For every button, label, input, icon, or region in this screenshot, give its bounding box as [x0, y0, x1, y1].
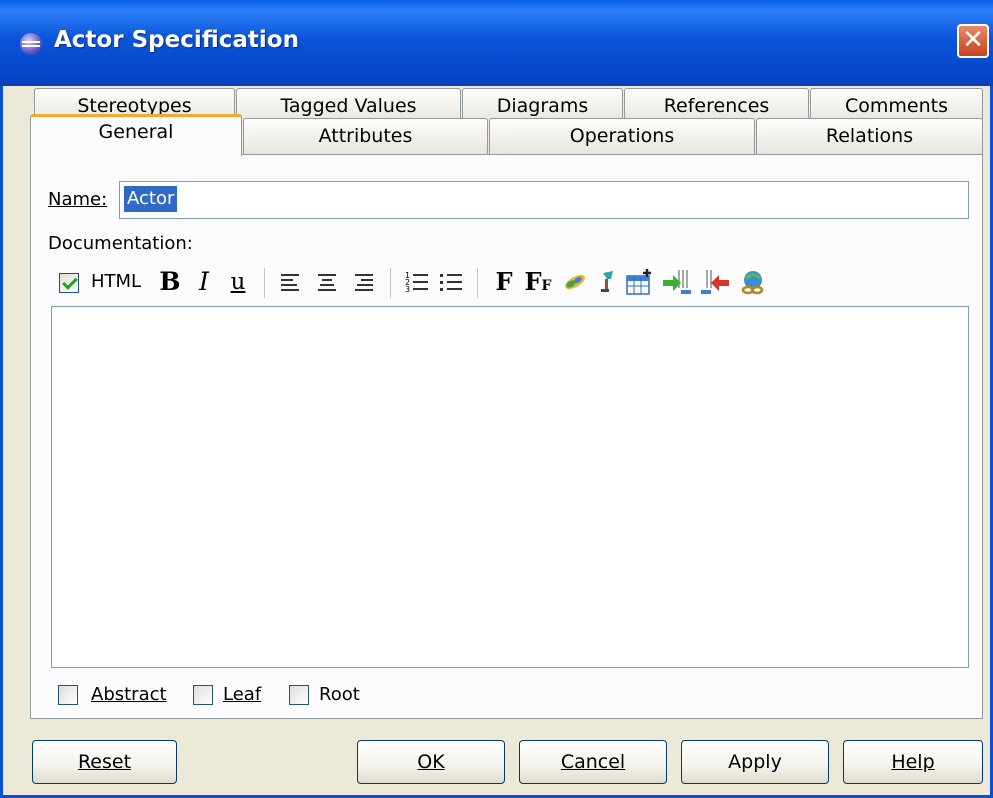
toolbar-separator: [390, 268, 391, 298]
tab-relations[interactable]: Relations: [756, 118, 983, 156]
html-checkbox[interactable]: [59, 273, 79, 293]
leaf-checkbox-row[interactable]: Leaf: [193, 681, 283, 709]
tab-label: General: [98, 121, 174, 143]
help-button[interactable]: Help: [843, 740, 983, 784]
root-checkbox[interactable]: [289, 685, 309, 705]
toolbar-separator: [264, 268, 265, 298]
tab-label: Comments: [845, 95, 948, 117]
tab-label: Attributes: [318, 125, 413, 147]
tab-label: Tagged Values: [280, 95, 417, 117]
underline-icon[interactable]: u: [223, 265, 253, 299]
reset-button[interactable]: Reset: [32, 740, 177, 784]
cancel-label: Cancel: [560, 751, 626, 773]
bold-icon[interactable]: B: [155, 265, 185, 299]
help-label: Help: [891, 751, 935, 773]
tab-general[interactable]: General: [30, 114, 242, 156]
svg-text:3: 3: [405, 285, 410, 294]
toolbar-separator: [477, 268, 478, 298]
apply-button[interactable]: Apply: [681, 740, 829, 784]
abstract-checkbox[interactable]: [58, 685, 78, 705]
root-checkbox-row[interactable]: Root: [289, 681, 379, 709]
close-icon[interactable]: ✕: [957, 24, 989, 58]
html-label: HTML: [90, 271, 142, 292]
italic-icon[interactable]: I: [189, 265, 219, 299]
tab-operations[interactable]: Operations: [489, 118, 755, 156]
reset-label: Reset: [77, 751, 132, 773]
leaf-checkbox[interactable]: [193, 685, 213, 705]
window-title: Actor Specification: [54, 27, 299, 53]
bullet-list-icon[interactable]: [437, 265, 465, 299]
ok-button[interactable]: OK: [357, 740, 505, 784]
color-brush-icon[interactable]: [560, 265, 590, 299]
documentation-label: Documentation:: [48, 233, 193, 254]
name-value: Actor: [124, 186, 178, 212]
link-icon[interactable]: [737, 265, 769, 299]
abstract-label: Abstract: [91, 684, 167, 705]
apply-label: Apply: [728, 751, 782, 773]
align-right-icon[interactable]: [351, 265, 377, 299]
name-input[interactable]: Actor: [119, 181, 969, 219]
documentation-editor[interactable]: [51, 306, 969, 668]
align-left-icon[interactable]: [277, 265, 303, 299]
insert-row-icon[interactable]: [661, 265, 693, 299]
delete-row-icon[interactable]: [699, 265, 731, 299]
leaf-label: Leaf: [223, 684, 262, 705]
tab-label: Diagrams: [496, 95, 589, 117]
font-size-icon[interactable]: FF: [521, 265, 555, 299]
numbered-list-icon[interactable]: 1 2 3: [403, 265, 431, 299]
documentation-toolbar: HTML B I u 1 2 3 F FF: [57, 265, 817, 301]
tab-label: Relations: [825, 125, 914, 147]
insert-table-icon[interactable]: [625, 265, 655, 299]
title-bar[interactable]: Actor Specification ✕: [0, 0, 993, 86]
align-center-icon[interactable]: [314, 265, 340, 299]
actor-specification-dialog: Actor Specification ✕ Stereotypes Tagged…: [0, 0, 993, 798]
tab-attributes[interactable]: Attributes: [243, 118, 488, 156]
tab-label: References: [663, 95, 770, 117]
root-label: Root: [319, 684, 360, 705]
app-icon: [20, 33, 42, 55]
font-icon[interactable]: F: [491, 265, 517, 299]
cancel-button[interactable]: Cancel: [519, 740, 667, 784]
ok-label: OK: [417, 751, 445, 773]
tab-label: Operations: [569, 125, 675, 147]
name-label: Name:: [48, 189, 108, 210]
abstract-checkbox-row[interactable]: Abstract: [58, 681, 198, 709]
highlight-icon[interactable]: [594, 265, 620, 299]
